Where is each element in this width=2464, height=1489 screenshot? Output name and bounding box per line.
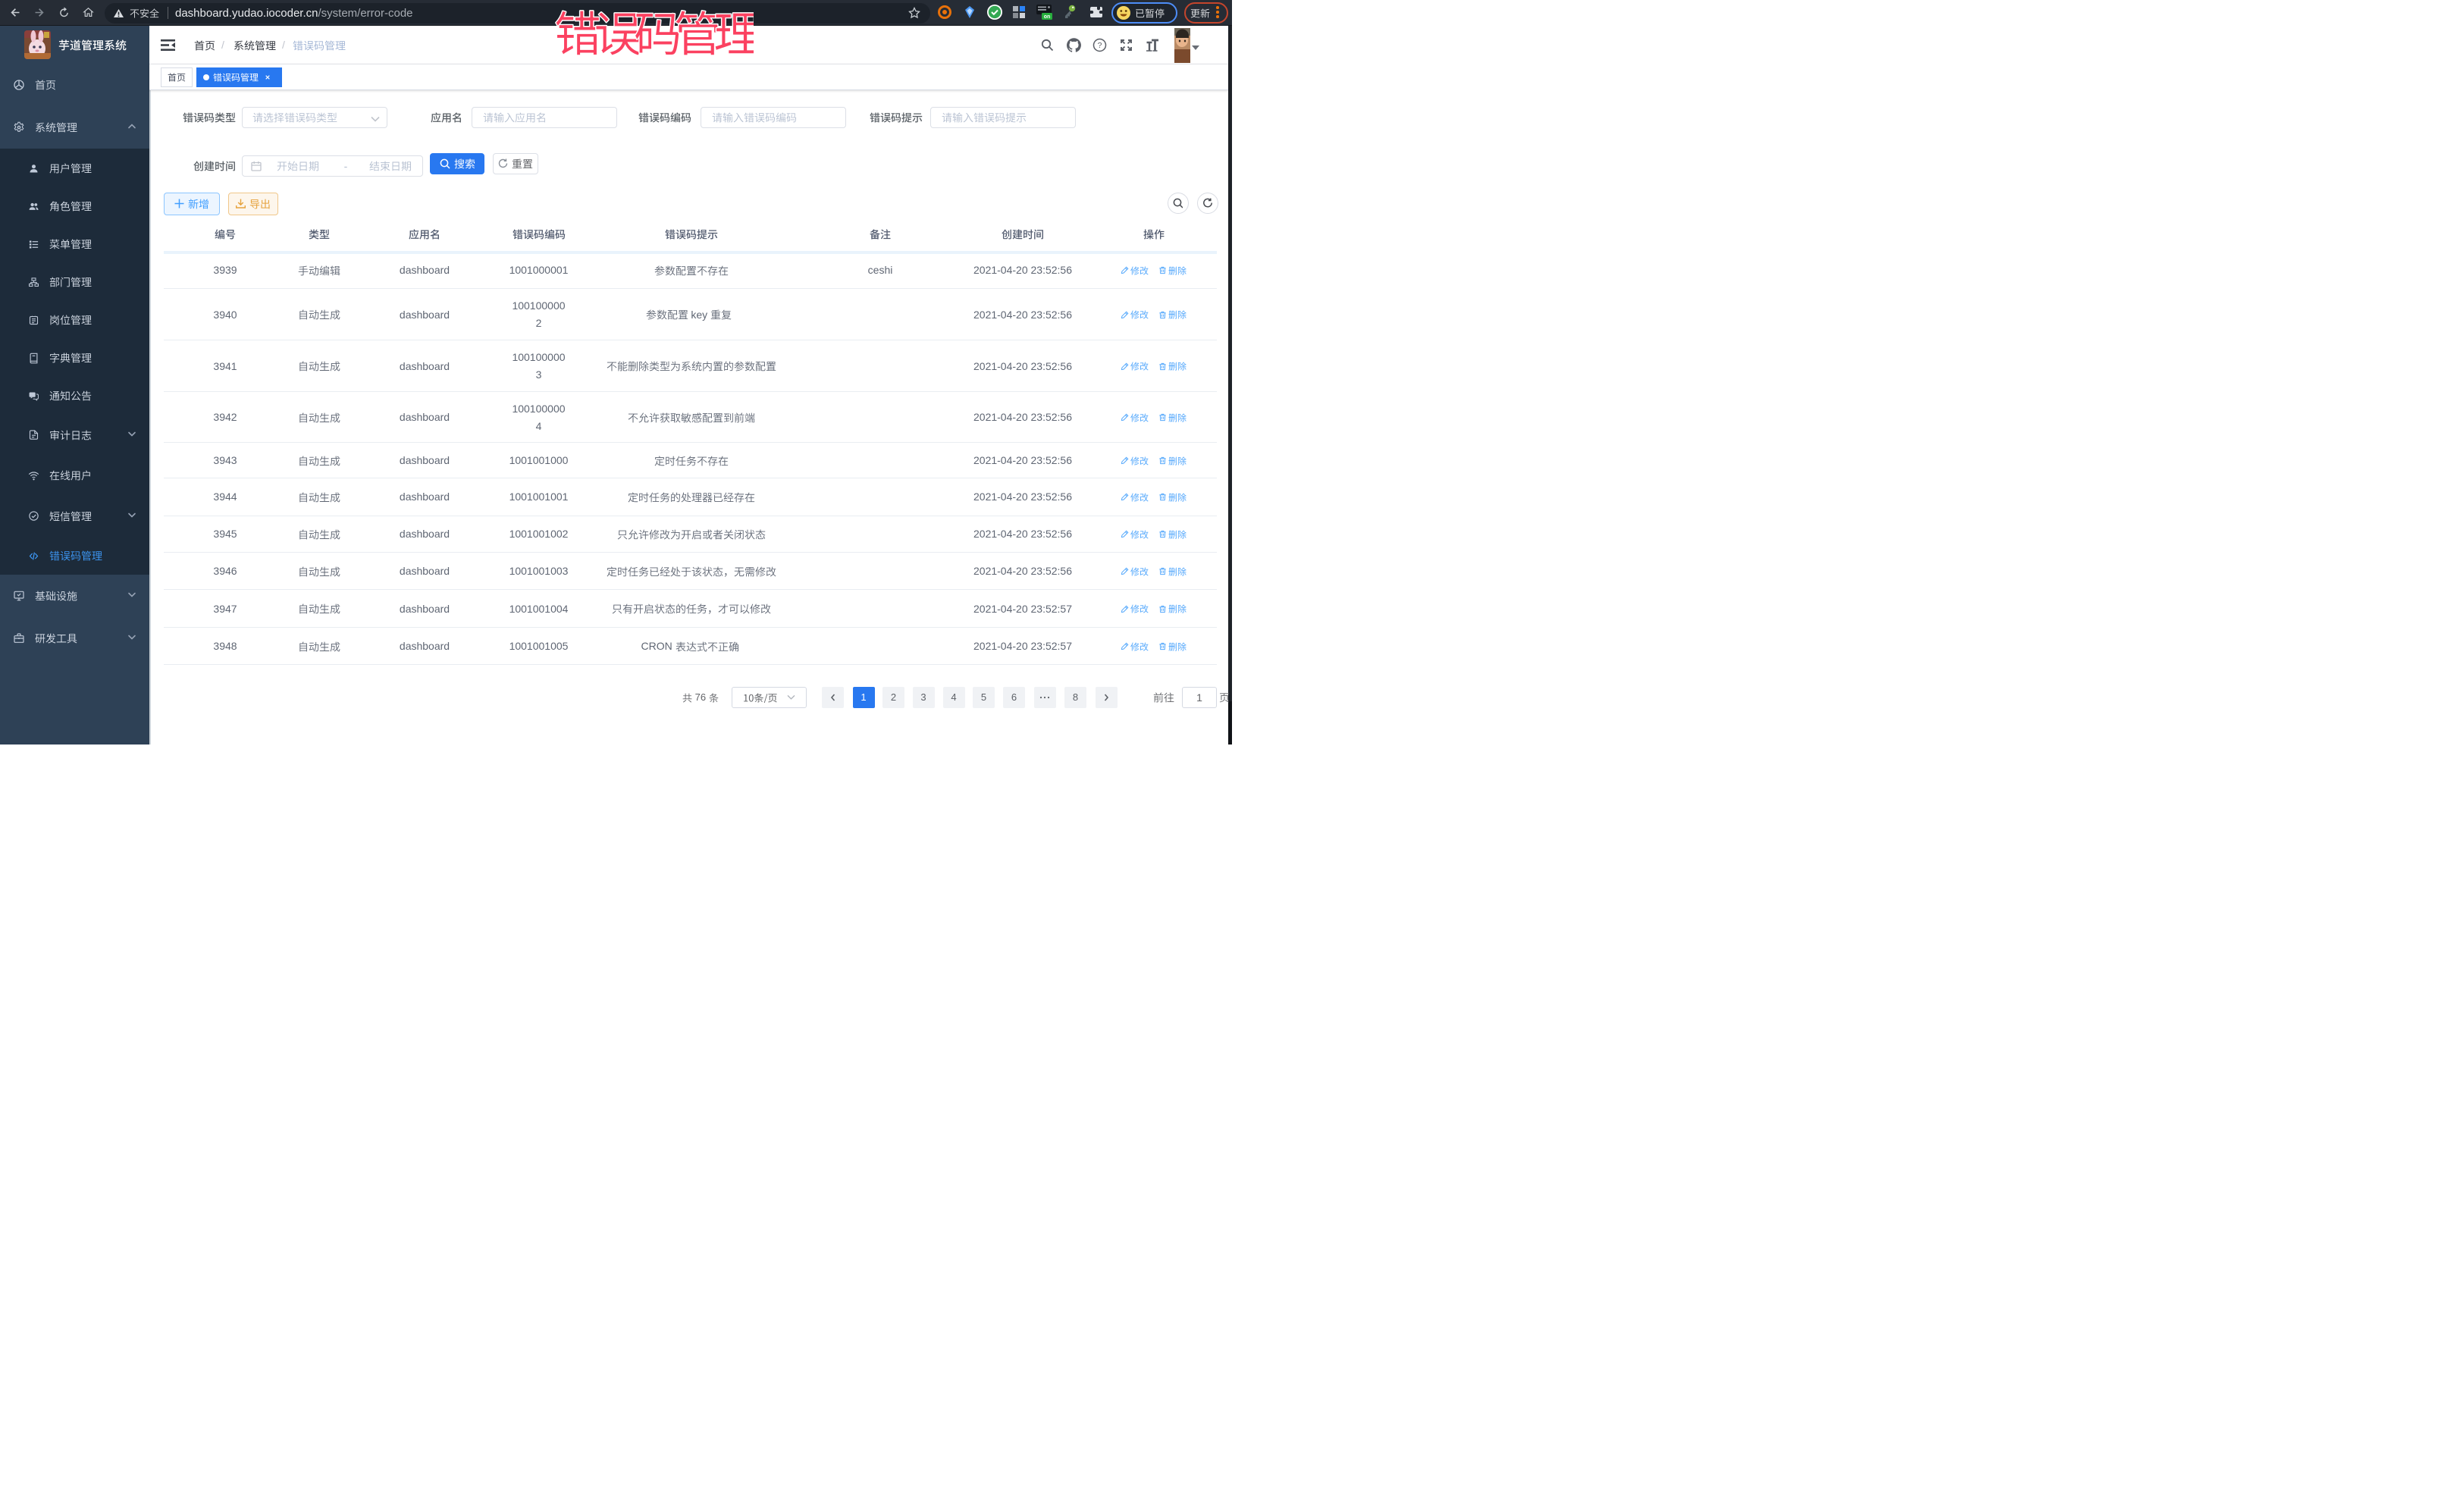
svg-text:on: on [1044, 14, 1051, 20]
svg-text:?: ? [1098, 41, 1102, 50]
